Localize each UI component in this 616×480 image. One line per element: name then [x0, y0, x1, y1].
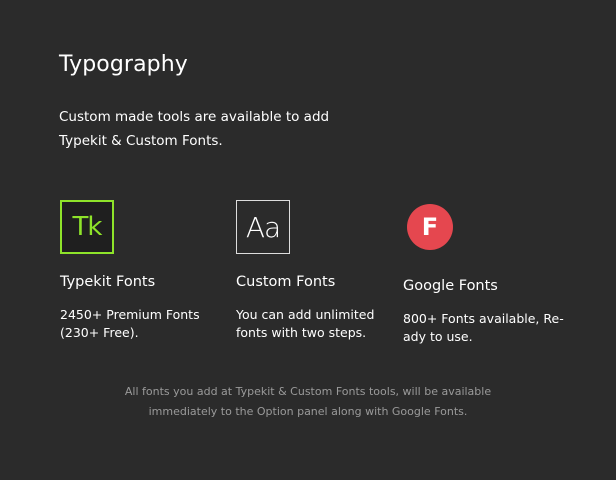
feature-description: 2450+ Premium Fonts (230+ Free).: [60, 306, 230, 342]
feature-description: You can add unlimited fonts with two ste…: [236, 306, 406, 342]
typography-section: Typography Custom made tools are availab…: [0, 0, 616, 480]
google-fonts-icon: F: [407, 204, 453, 250]
feature-title: Custom Fonts: [236, 274, 336, 290]
feature-custom-fonts: Aa Custom Fonts You can add unlimited fo…: [236, 200, 406, 342]
feature-desc-line: 800+ Fonts available, Re-: [403, 311, 564, 326]
feature-title: Typekit Fonts: [60, 274, 156, 290]
feature-desc-line: 2450+ Premium Fonts: [60, 307, 200, 322]
feature-desc-line: (230+ Free).: [60, 325, 139, 340]
intro-line: Custom made tools are available to add: [59, 109, 330, 125]
intro-line: Typekit & Custom Fonts.: [59, 133, 223, 149]
typekit-icon-wrap: Tk: [60, 200, 114, 254]
custom-font-icon: Aa: [236, 200, 290, 254]
feature-desc-line: fonts with two steps.: [236, 325, 367, 340]
feature-desc-line: You can add unlimited: [236, 307, 375, 322]
feature-google-fonts: F Google Fonts 800+ Fonts available, Re-…: [403, 200, 573, 346]
feature-desc-line: ady to use.: [403, 329, 473, 344]
typekit-icon: Tk: [60, 200, 114, 254]
custom-font-icon-wrap: Aa: [236, 200, 290, 254]
feature-typekit: Tk Typekit Fonts 2450+ Premium Fonts (23…: [60, 200, 230, 342]
footer-note-line: immediately to the Option panel along wi…: [148, 405, 468, 418]
feature-title: Google Fonts: [403, 278, 498, 294]
footer-note: All fonts you add at Typekit & Custom Fo…: [0, 382, 616, 422]
section-intro: Custom made tools are available to add T…: [59, 105, 359, 153]
google-fonts-icon-wrap: F: [403, 204, 457, 258]
footer-note-line: All fonts you add at Typekit & Custom Fo…: [124, 385, 492, 398]
section-title: Typography: [59, 52, 188, 77]
feature-description: 800+ Fonts available, Re- ady to use.: [403, 310, 573, 346]
